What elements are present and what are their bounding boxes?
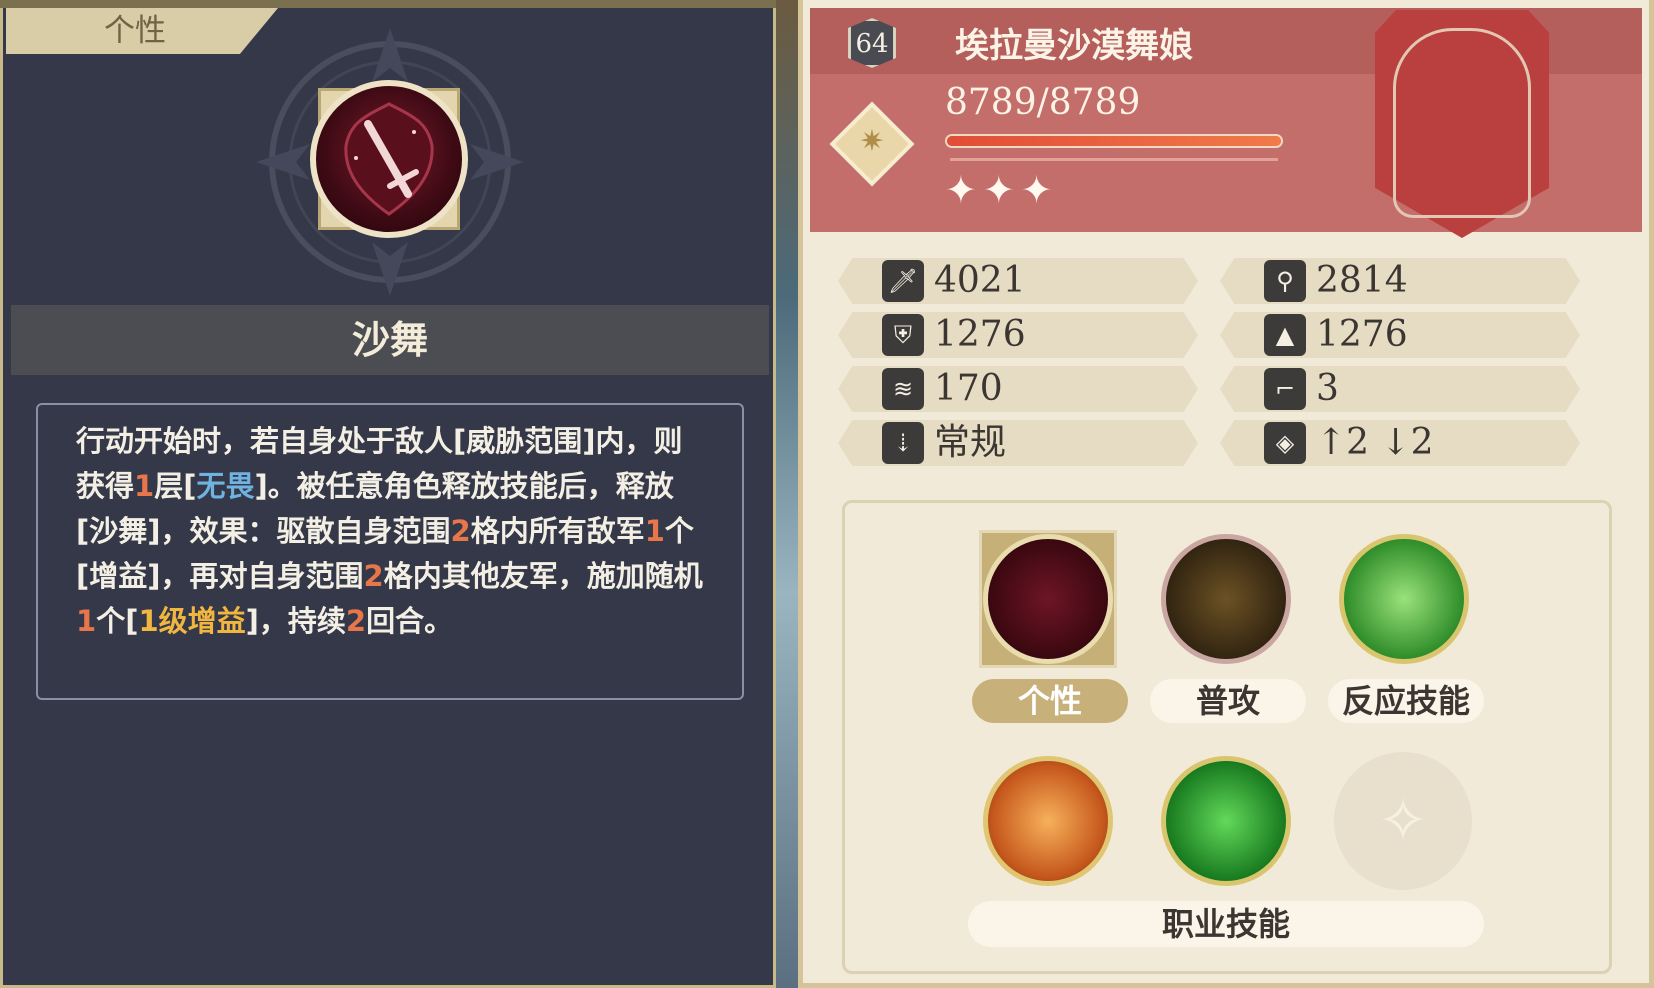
skill-title-bar: 沙舞: [11, 305, 769, 375]
terrain-icon: ◈: [1264, 422, 1306, 464]
panel-top-border: [0, 0, 776, 8]
skill-description: 行动开始时，若自身处于敌人[威胁范围]内，则获得1层[无畏]。被任意角色释放技能…: [36, 403, 744, 700]
desc-highlight: 2: [363, 559, 384, 593]
crest-inner-frame: [1393, 28, 1531, 218]
skill-tab-attack[interactable]: 普攻: [1150, 679, 1306, 723]
hp-bar: [945, 134, 1283, 148]
stat-value: ↑2 ↓2: [1316, 422, 1434, 463]
desc-highlight: 2: [345, 604, 367, 638]
stat-value: 1276: [934, 314, 1026, 355]
counter-attack-icon[interactable]: [1339, 534, 1469, 664]
desc-highlight: 无畏: [196, 469, 255, 503]
desc-highlight: 1级增益: [138, 604, 246, 638]
character-name: 埃拉曼沙漠舞娘: [955, 26, 1193, 66]
wing-icon: ≋: [882, 368, 924, 410]
hp-text: 8789/8789: [945, 82, 1141, 123]
skill-tab-reaction[interactable]: 反应技能: [1328, 679, 1484, 723]
sword-shield-icon[interactable]: [983, 534, 1113, 664]
compass-icon-glyph: ✷: [859, 124, 885, 159]
hp-sub-bar: [950, 158, 1278, 161]
desc-text: 回合。: [366, 604, 454, 638]
skill-tab-personality[interactable]: 个性: [972, 679, 1128, 723]
stat-value: 4021: [934, 260, 1026, 301]
anvil-icon[interactable]: [983, 756, 1113, 886]
desc-text: ]，持续: [245, 604, 346, 638]
level-badge: 64: [848, 18, 896, 68]
staff-icon: ⚲: [1264, 260, 1306, 302]
golden-sword-icon[interactable]: [1161, 534, 1291, 664]
skill-title: 沙舞: [351, 317, 428, 362]
background-strip: [776, 0, 798, 988]
stat-value: 3: [1316, 368, 1339, 409]
desc-text: 个[: [96, 604, 139, 638]
wizard-hat-icon: ▲: [1264, 314, 1306, 356]
hp-bar-fill: [947, 136, 1281, 146]
class-skills-label: 职业技能: [968, 901, 1484, 947]
shield-icon: ⛨: [882, 314, 924, 356]
stat-value: 170: [934, 368, 1003, 409]
heal-cross-icon[interactable]: [1161, 756, 1291, 886]
star-rating: ✦✦✦: [945, 168, 1059, 212]
desc-text: 格内其他友军，施加随机: [383, 559, 703, 593]
stat-value: 1276: [1316, 314, 1408, 355]
empty-slot-icon: ✧: [1334, 752, 1472, 890]
desc-highlight: 1: [134, 469, 155, 503]
stat-value: 2814: [1316, 260, 1408, 301]
boot-icon: ⌐: [1264, 368, 1306, 410]
stat-value: 常规: [934, 422, 1007, 463]
desc-text: 格内所有敌军: [470, 514, 645, 548]
desc-highlight: 2: [450, 514, 471, 548]
sword-icon: 🗡: [882, 260, 924, 302]
unit-type-icon: ⇣: [882, 422, 924, 464]
desc-text: 层[: [154, 469, 197, 503]
tab-personality[interactable]: 个性: [6, 8, 278, 54]
sword-shield-icon: [310, 80, 468, 238]
desc-highlight: 1: [644, 514, 665, 548]
desc-highlight: 1: [76, 604, 97, 638]
